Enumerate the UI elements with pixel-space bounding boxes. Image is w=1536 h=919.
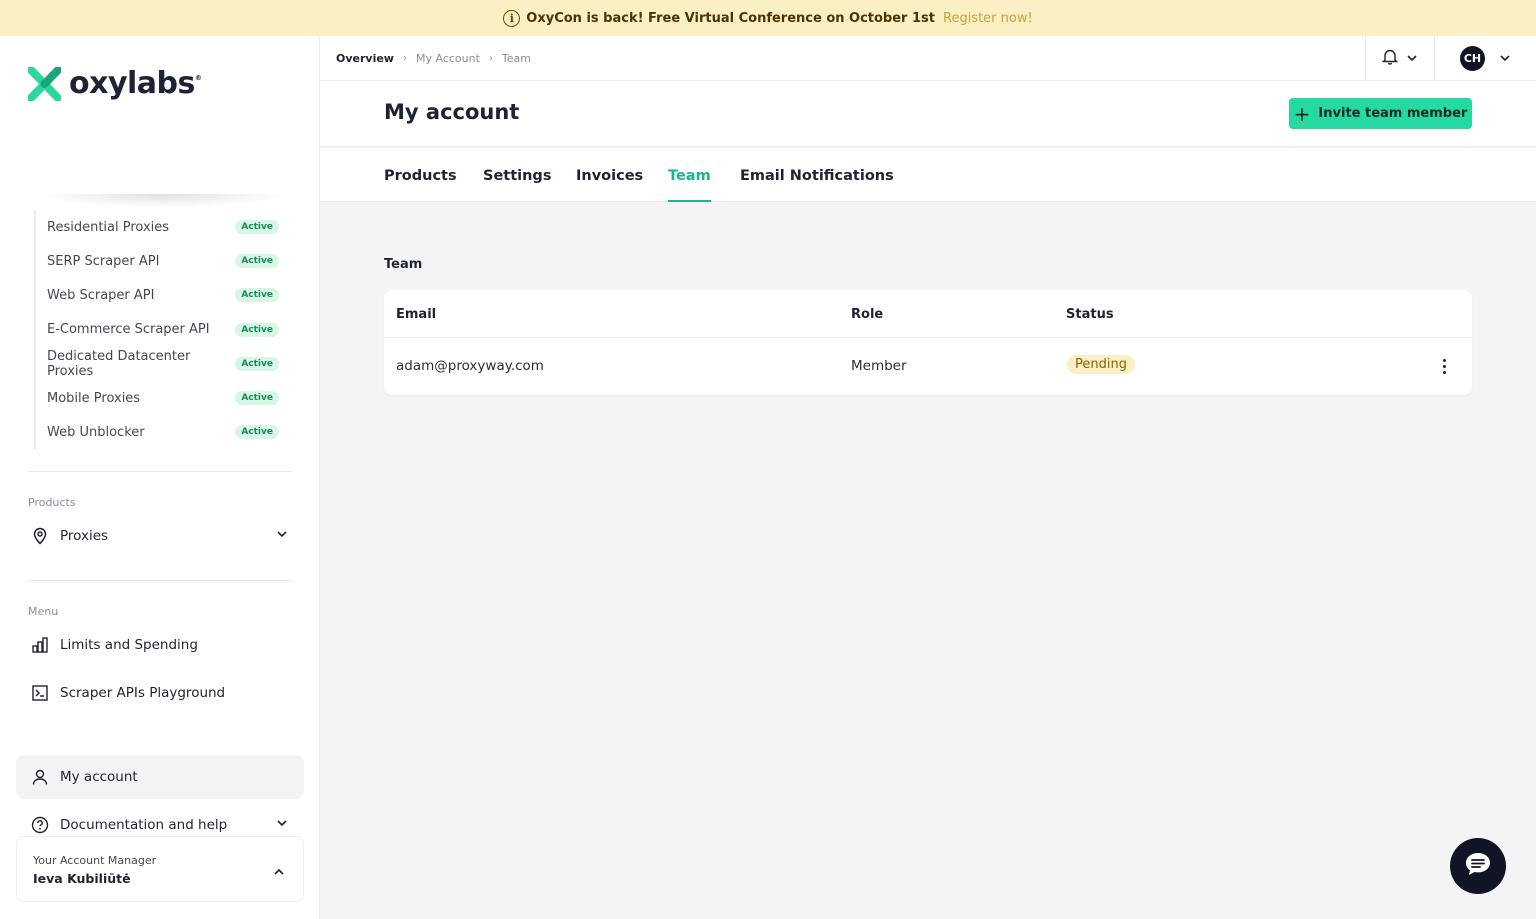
product-dedicated-datacenter-proxies[interactable]: Dedicated Datacenter Proxies Active <box>36 347 284 381</box>
product-mobile-proxies[interactable]: Mobile Proxies Active <box>36 381 284 415</box>
invite-button-label: Invite team member <box>1318 106 1468 121</box>
account-manager-name: Ieva Kubiliūtė <box>33 871 131 886</box>
products-section-label: Products <box>28 496 76 509</box>
chat-bubble-icon <box>1463 850 1493 882</box>
chevron-down-icon <box>1406 49 1418 68</box>
chevron-down-icon <box>276 528 288 544</box>
status-badge: Pending <box>1067 355 1135 374</box>
chevron-right-icon: › <box>488 53 493 64</box>
status-badge: Active <box>235 220 279 235</box>
column-header-status: Status <box>1066 307 1114 322</box>
sidebar-item-label: Limits and Spending <box>60 637 198 653</box>
tab-team[interactable]: Team <box>668 168 711 202</box>
sidebar-item-label: My account <box>60 769 138 785</box>
status-badge: Active <box>235 391 279 406</box>
breadcrumb-overview[interactable]: Overview <box>336 52 394 65</box>
logo-text: oxylabs® <box>69 66 202 101</box>
banner-message: OxyCon is back! Free Virtual Conference … <box>526 10 935 26</box>
account-tabs: Products Settings Invoices Team Email No… <box>320 148 1536 202</box>
team-table: Email Role Status adam@proxyway.com Memb… <box>384 290 1472 395</box>
invite-team-member-button[interactable]: + Invite team member <box>1289 98 1472 129</box>
info-icon: i <box>503 9 521 27</box>
breadcrumb-my-account[interactable]: My Account <box>416 52 480 65</box>
sidebar-item-my-account[interactable]: My account <box>16 755 304 799</box>
table-header: Email Role Status <box>384 290 1472 338</box>
tab-settings[interactable]: Settings <box>483 168 551 202</box>
avatar: CH <box>1460 45 1485 71</box>
chevron-down-icon <box>1499 49 1511 68</box>
tab-invoices[interactable]: Invoices <box>576 168 643 202</box>
member-role: Member <box>851 358 907 374</box>
topbar: Overview › My Account › Team CH <box>320 36 1536 81</box>
page-header: My account + Invite team member <box>320 81 1536 147</box>
page-title: My account <box>384 100 520 124</box>
sidebar-item-label: Documentation and help <box>60 817 228 833</box>
tab-products[interactable]: Products <box>384 168 457 202</box>
logo[interactable]: oxylabs® <box>28 66 202 101</box>
table-row: adam@proxyway.com Member Pending <box>384 338 1472 394</box>
chat-support-button[interactable] <box>1450 838 1506 894</box>
menu-section-label: Menu <box>28 605 59 618</box>
team-section-title: Team <box>384 257 423 272</box>
bell-icon <box>1381 48 1399 69</box>
status-badge: Active <box>235 356 279 371</box>
location-pin-icon <box>30 526 50 546</box>
sidebar: oxylabs® Residential Proxies Active SERP … <box>0 36 320 919</box>
product-ecommerce-scraper-api[interactable]: E-Commerce Scraper API Active <box>36 313 284 347</box>
terminal-icon <box>30 683 50 703</box>
register-link[interactable]: Register now! <box>943 11 1033 26</box>
user-menu-button[interactable]: CH <box>1434 36 1536 80</box>
bar-chart-icon <box>30 635 50 655</box>
announcement-banner: i OxyCon is back! Free Virtual Conferenc… <box>0 0 1536 36</box>
column-header-role: Role <box>851 307 884 322</box>
divider <box>28 471 292 472</box>
status-badge: Active <box>235 288 279 303</box>
account-manager-card[interactable]: Your Account Manager Ieva Kubiliūtė <box>16 836 304 902</box>
chevron-right-icon: › <box>402 53 407 64</box>
product-web-unblocker[interactable]: Web Unblocker Active <box>36 415 284 449</box>
active-products-list: Residential Proxies Active SERP Scraper A… <box>34 210 284 450</box>
chevron-up-icon <box>273 863 285 882</box>
plus-icon: + <box>1293 101 1311 126</box>
breadcrumb-team: Team <box>501 52 531 65</box>
sidebar-item-playground[interactable]: Scraper APIs Playground <box>16 671 304 715</box>
notifications-button[interactable] <box>1365 36 1434 80</box>
row-actions-menu-icon[interactable] <box>1434 356 1454 376</box>
breadcrumb: Overview › My Account › Team <box>336 52 531 65</box>
sidebar-item-proxies[interactable]: Proxies <box>16 514 304 558</box>
chevron-down-icon <box>276 817 288 833</box>
scroll-shadow <box>40 194 285 208</box>
sidebar-item-limits[interactable]: Limits and Spending <box>16 623 304 667</box>
status-badge: Active <box>235 425 279 440</box>
tab-email-notifications[interactable]: Email Notifications <box>740 168 894 202</box>
sidebar-item-label: Scraper APIs Playground <box>60 685 226 701</box>
product-web-scraper-api[interactable]: Web Scraper API Active <box>36 278 284 312</box>
product-residential-proxies[interactable]: Residential Proxies Active <box>36 210 284 244</box>
status-badge: Active <box>235 322 279 337</box>
sidebar-item-label: Proxies <box>60 528 109 544</box>
user-icon <box>30 767 50 787</box>
status-badge: Active <box>235 254 279 269</box>
divider <box>28 580 292 581</box>
account-manager-label: Your Account Manager <box>33 854 157 867</box>
help-circle-icon <box>30 815 50 835</box>
member-email: adam@proxyway.com <box>396 358 544 374</box>
logo-mark-icon <box>28 66 61 101</box>
product-serp-scraper-api[interactable]: SERP Scraper API Active <box>36 244 284 278</box>
column-header-email: Email <box>396 307 437 322</box>
